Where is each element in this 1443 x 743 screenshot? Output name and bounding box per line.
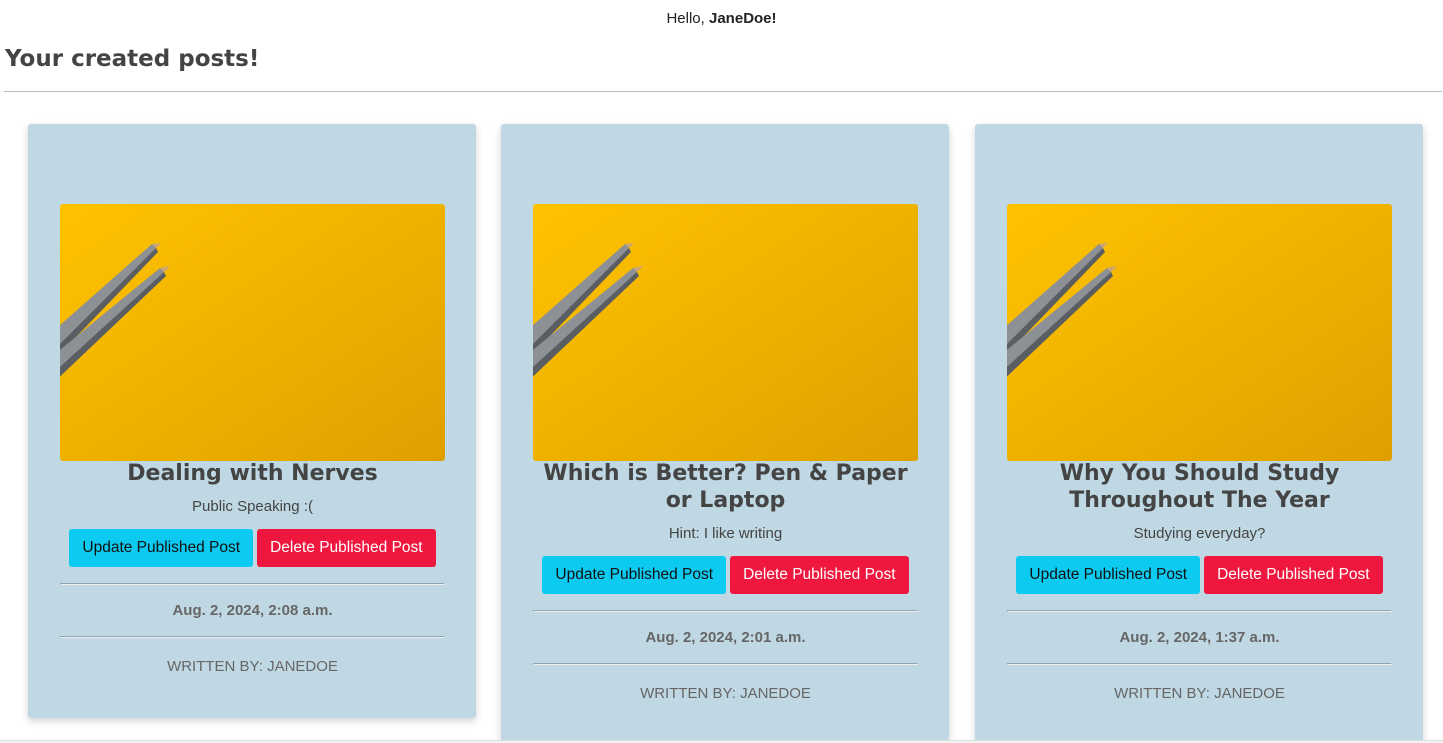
- pencils-image: [533, 204, 918, 461]
- post-title: Dealing with Nerves: [127, 461, 378, 486]
- post-title: Why You Should Study Throughout The Year: [1059, 461, 1340, 513]
- post-author: WRITTEN BY: JANEDOE: [640, 685, 811, 702]
- update-post-button[interactable]: Update Published Post: [69, 529, 254, 567]
- post-title: Which is Better? Pen & Paper or Laptop: [543, 461, 908, 513]
- post-actions: Update Published Post Delete Published P…: [1007, 556, 1392, 594]
- post-card: Which is Better? Pen & Paper or Laptop H…: [501, 124, 949, 743]
- post-author: WRITTEN BY: JANEDOE: [1114, 685, 1285, 702]
- post-subtitle: Hint: I like writing: [668, 525, 783, 542]
- post-image: [60, 204, 445, 461]
- post-date: Aug. 2, 2024, 1:37 a.m.: [1119, 629, 1280, 646]
- pencils-image: [1007, 204, 1392, 461]
- delete-post-button[interactable]: Delete Published Post: [1204, 556, 1383, 594]
- post-image: [1007, 204, 1392, 461]
- delete-post-button[interactable]: Delete Published Post: [730, 556, 909, 594]
- page: Hello, JaneDoe! Your created posts! Deal…: [0, 0, 1443, 743]
- delete-post-button[interactable]: Delete Published Post: [257, 529, 436, 567]
- update-post-button[interactable]: Update Published Post: [542, 556, 727, 594]
- post-subtitle: Public Speaking :(: [192, 498, 313, 515]
- post-date: Aug. 2, 2024, 2:01 a.m.: [645, 629, 806, 646]
- post-body: Which is Better? Pen & Paper or Laptop H…: [533, 460, 918, 720]
- title-divider: [4, 91, 1442, 92]
- post-body: Dealing with Nerves Public Speaking :( U…: [60, 460, 445, 693]
- post-card: Why You Should Study Throughout The Year…: [975, 124, 1423, 743]
- post-actions: Update Published Post Delete Published P…: [533, 556, 918, 594]
- update-post-button[interactable]: Update Published Post: [1016, 556, 1201, 594]
- post-author: WRITTEN BY: JANEDOE: [167, 658, 338, 675]
- greeting-prefix: Hello,: [666, 10, 705, 27]
- pencils-image: [60, 204, 445, 461]
- post-actions: Update Published Post Delete Published P…: [60, 529, 445, 567]
- username: JaneDoe!: [709, 10, 777, 27]
- post-image: [533, 204, 918, 461]
- post-list: Dealing with Nerves Public Speaking :( U…: [0, 124, 1443, 743]
- page-title: Your created posts!: [5, 46, 260, 72]
- greeting: Hello, JaneDoe!: [0, 10, 1443, 27]
- post-subtitle: Studying everyday?: [1133, 525, 1266, 542]
- post-date: Aug. 2, 2024, 2:08 a.m.: [172, 602, 333, 619]
- post-card: Dealing with Nerves Public Speaking :( U…: [28, 124, 476, 718]
- post-body: Why You Should Study Throughout The Year…: [1007, 460, 1392, 720]
